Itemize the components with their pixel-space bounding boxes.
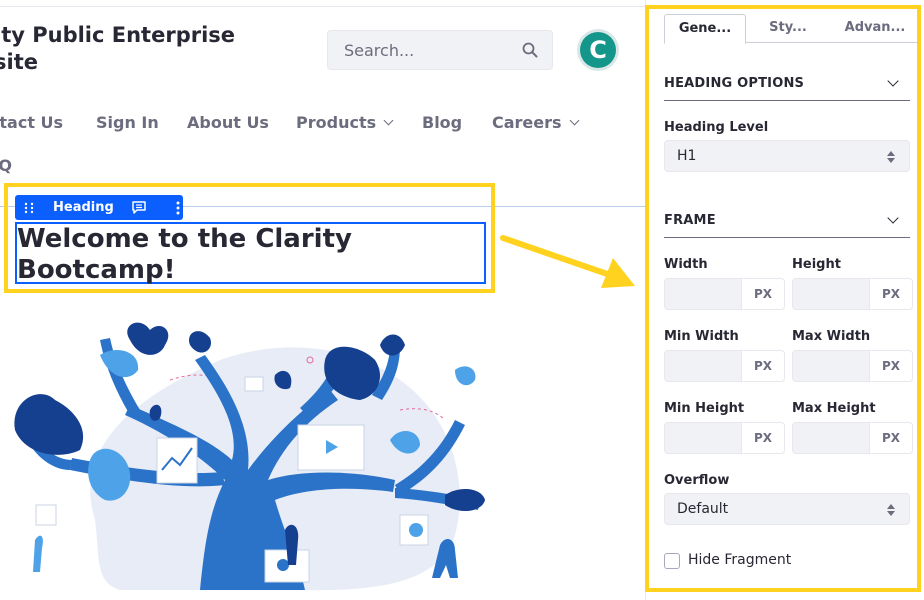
nav-item-label: Products [296,113,377,132]
nav-item-products[interactable]: Products [296,113,394,132]
site-title-line2: site [0,50,38,74]
nav-item-label: About Us [187,113,269,132]
nav-item-about-us[interactable]: About Us [187,113,269,132]
avatar-letter: C [580,32,616,68]
nav-item-label: Careers [492,113,562,132]
tree-illustration [14,322,485,591]
chevron-down-icon [383,115,394,126]
divider [0,6,645,7]
nav-item-label: Sign In [96,113,159,132]
nav-item-label: AQ [0,156,12,175]
annotation-arrow-icon [500,235,635,288]
annotation-highlight-panel [645,5,921,592]
nav-item-contact-us[interactable]: ntact Us [0,113,63,132]
nav-item-label: Blog [422,113,463,132]
nav-item-sign-in[interactable]: Sign In [96,113,159,132]
avatar[interactable]: C [577,29,619,71]
nav-item-blog[interactable]: Blog [422,113,462,132]
nav-item-faq[interactable]: AQ [0,156,12,175]
chevron-down-icon [569,115,579,126]
site-title[interactable]: ity Public Enterprise site [0,22,294,76]
nav-item-label: ntact Us [0,113,64,132]
page-canvas: ity Public Enterprise site C ntact Us Si… [0,0,645,600]
search-input[interactable] [328,31,518,69]
search-box [327,30,553,70]
search-icon[interactable] [522,42,538,58]
nav-item-careers[interactable]: Careers [492,113,579,132]
annotation-highlight-heading [4,183,495,293]
site-title-line1: ity Public Enterprise [0,23,236,47]
